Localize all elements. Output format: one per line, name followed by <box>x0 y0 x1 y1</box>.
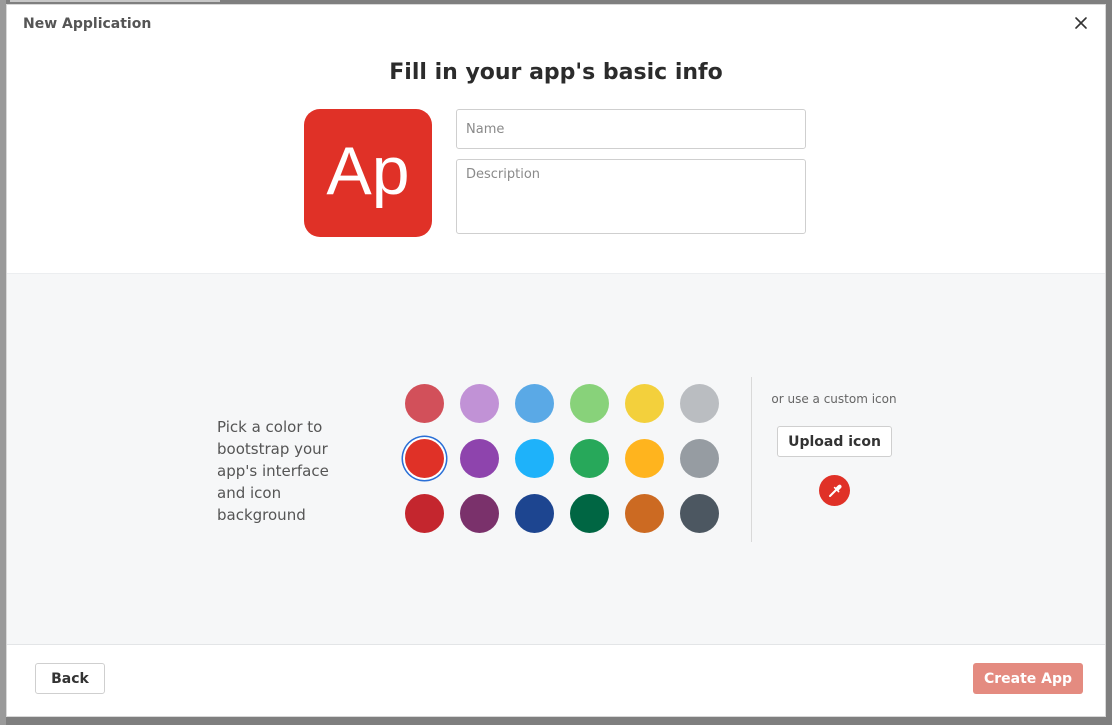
color-swatch[interactable] <box>405 439 444 478</box>
app-icon-initials: Ap <box>326 133 410 209</box>
color-swatch-grid <box>405 384 719 533</box>
color-swatch[interactable] <box>680 384 719 423</box>
page-heading: Fill in your app's basic info <box>389 60 723 85</box>
color-swatch[interactable] <box>515 384 554 423</box>
custom-icon-label: or use a custom icon <box>771 392 897 406</box>
color-swatch[interactable] <box>625 494 664 533</box>
new-application-dialog: New Application Fill in your app's basic… <box>6 4 1106 717</box>
color-swatch[interactable] <box>515 494 554 533</box>
color-swatch[interactable] <box>570 494 609 533</box>
color-swatch[interactable] <box>570 384 609 423</box>
color-picker-panel: Pick a color to bootstrap your app's int… <box>7 273 1105 645</box>
color-swatch[interactable] <box>625 384 664 423</box>
color-swatch[interactable] <box>680 439 719 478</box>
upload-icon-button[interactable]: Upload icon <box>777 426 892 457</box>
color-swatch[interactable] <box>460 494 499 533</box>
backdrop-bar <box>10 0 220 2</box>
color-swatch[interactable] <box>625 439 664 478</box>
name-input[interactable] <box>456 109 806 149</box>
color-picker-instructions: Pick a color to bootstrap your app's int… <box>217 418 329 524</box>
color-swatch[interactable] <box>460 439 499 478</box>
color-swatch[interactable] <box>405 384 444 423</box>
color-swatch[interactable] <box>515 439 554 478</box>
divider <box>751 377 752 542</box>
back-button[interactable]: Back <box>35 663 105 694</box>
eyedropper-icon[interactable] <box>819 475 850 506</box>
color-swatch[interactable] <box>680 494 719 533</box>
create-app-button[interactable]: Create App <box>973 663 1083 694</box>
close-icon[interactable] <box>1071 13 1091 33</box>
color-swatch[interactable] <box>405 494 444 533</box>
app-icon-preview: Ap <box>304 109 432 237</box>
color-swatch[interactable] <box>460 384 499 423</box>
color-swatch[interactable] <box>570 439 609 478</box>
dialog-title: New Application <box>23 16 152 32</box>
description-input[interactable] <box>456 159 806 234</box>
